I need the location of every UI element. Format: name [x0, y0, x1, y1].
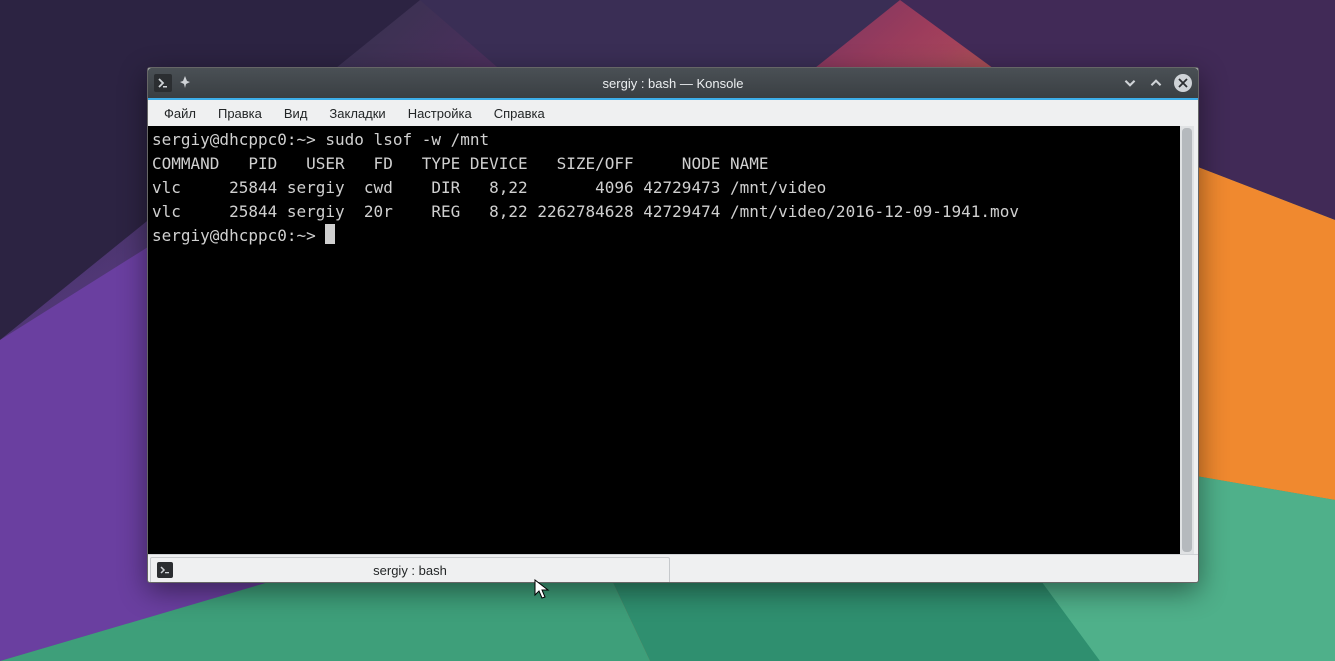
tab-label: sergiy : bash	[373, 563, 447, 578]
terminal-prompt: sergiy@dhcppc0:~>	[152, 226, 325, 245]
window-titlebar[interactable]: sergiy : bash — Konsole	[148, 68, 1198, 98]
menu-settings[interactable]: Настройка	[398, 103, 482, 124]
terminal-scrollbar[interactable]	[1180, 126, 1194, 554]
terminal-output-row: vlc 25844 sergiy cwd DIR 8,22 4096 42729…	[152, 178, 826, 197]
maximize-button[interactable]	[1148, 75, 1164, 91]
terminal-output-row: vlc 25844 sergiy 20r REG 8,22 2262784628…	[152, 202, 1019, 221]
window-title: sergiy : bash — Konsole	[148, 76, 1198, 91]
tabbar: sergiy : bash	[148, 554, 1198, 582]
terminal-prompt: sergiy@dhcppc0:~>	[152, 130, 325, 149]
menu-file[interactable]: Файл	[154, 103, 206, 124]
menu-edit[interactable]: Правка	[208, 103, 272, 124]
menu-view[interactable]: Вид	[274, 103, 318, 124]
terminal-command: sudo lsof -w /mnt	[325, 130, 489, 149]
tab-active[interactable]: sergiy : bash	[150, 557, 670, 582]
menu-help[interactable]: Справка	[484, 103, 555, 124]
konsole-window: sergiy : bash — Konsole Файл Правка Вид …	[147, 67, 1199, 583]
menubar: Файл Правка Вид Закладки Настройка Справ…	[148, 100, 1198, 126]
menu-bookmarks[interactable]: Закладки	[319, 103, 395, 124]
terminal-header-row: COMMAND PID USER FD TYPE DEVICE SIZE/OFF…	[152, 154, 769, 173]
app-menu-icon[interactable]	[154, 74, 172, 92]
terminal-viewport[interactable]: sergiy@dhcppc0:~> sudo lsof -w /mnt COMM…	[148, 126, 1180, 554]
minimize-button[interactable]	[1122, 75, 1138, 91]
close-button[interactable]	[1174, 74, 1192, 92]
scrollbar-thumb[interactable]	[1182, 128, 1192, 552]
terminal-cursor	[325, 224, 335, 244]
pin-icon[interactable]	[178, 75, 192, 92]
terminal-icon	[157, 562, 173, 578]
